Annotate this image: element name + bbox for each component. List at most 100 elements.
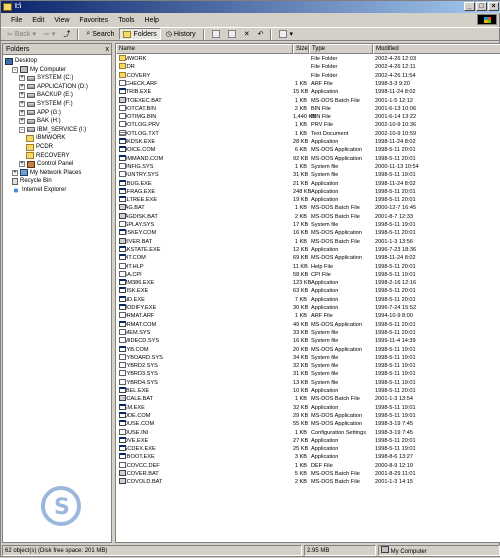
file-row[interactable]: KEYBRD4.SYS 13 KB System file 1998-5-11 19:… [116,378,500,387]
file-row[interactable]: AUTOEXEC.BAT 1 KB MS-DOS Batch File 2001-1-… [116,96,500,105]
file-row[interactable]: MOVE.EXE 27 KB Application 1998-5-11 20:01 [116,436,500,445]
expand-icon[interactable]: + [19,161,25,168]
file-row[interactable]: CONFIG.SYS 1 KB System file 2000-11-13 10:5… [116,162,500,171]
tree-item[interactable]: + BAK (H:) [19,117,61,125]
file-row[interactable]: PCDR File Folder 2002-4-26 12:11 [116,63,500,71]
tree-item[interactable]: PCDR [26,143,53,151]
file-row[interactable]: FDISK.EXE 63 KB Application 1998-5-11 20:01 [116,287,500,295]
expand-icon[interactable]: + [19,101,25,107]
views-button[interactable]: ▾ [276,28,296,40]
folders-button[interactable]: Folders [119,28,161,40]
file-row[interactable]: KEYBOARD.SYS 34 KB System file 1998-5-11 19… [116,353,500,362]
file-row[interactable]: RECOVERY File Folder 2002-4-26 11:54 [116,71,500,80]
tree-item[interactable]: Desktop [5,57,37,65]
file-row[interactable]: BOOTLOG.TXT 1 KB Text Document 2002-10-9 10… [116,129,500,138]
column-header-name[interactable]: Name [116,44,293,54]
file-row[interactable]: MEM.EXE 32 KB Application 1998-5-11 19:01 [116,403,500,412]
file-row[interactable]: FORMAT.COM 49 KB MS-DOS Application 1998-5-… [116,320,500,329]
file-row[interactable]: EDIT.COM 69 KB MS-DOS Application 1998-11-2… [116,254,500,262]
file-row[interactable]: DISPLAY.SYS 17 KB System file 1998-5-11 19:… [116,221,500,229]
menu-tools[interactable]: Tools [118,17,134,24]
file-row[interactable]: CHKDSK.EXE 28 KB Application 1998-11-24 8:0… [116,138,500,146]
file-row[interactable]: RECOVOLD.BAT 2 KB MS-DOS Batch File 2001-1-… [116,478,500,486]
delete-button[interactable]: ✕ [241,28,253,40]
file-row[interactable]: ATTRIB.EXE 15 KB Application 1998-11-24 8:0… [116,88,500,96]
file-row[interactable]: DOSKEY.COM 16 KB MS-DOS Application 1998-5-… [116,229,500,237]
menu-edit[interactable]: Edit [32,17,44,24]
file-row[interactable]: IBMWORK File Folder 2002-4-26 12:03 [116,55,500,63]
file-row[interactable]: DRIVER.BAT 1 KB MS-DOS Batch File 2001-1-3 … [116,237,500,246]
file-row[interactable]: DIAGDISK.BAT 2 KB MS-DOS Batch File 2001-8-… [116,212,500,221]
move-to-button[interactable] [209,28,223,40]
history-button[interactable]: ◷ History [163,28,199,40]
file-row[interactable]: EMM386.EXE 123 KB Application 1998-2-16 12:… [116,279,500,287]
tree-item[interactable]: + My Network Places [12,169,81,177]
close-button[interactable]: × [488,2,499,11]
file-row[interactable]: DIAG.BAT 1 KB MS-DOS Batch File 2000-12-7 1… [116,204,500,212]
file-row[interactable]: MSCDEX.EXE 25 KB Application 1998-5-11 19:0… [116,445,500,453]
collapse-icon[interactable]: - [19,126,25,133]
back-button[interactable]: ⇦ Back ▾ [4,28,39,40]
tree-item[interactable]: + APPLICATION (D:) [19,83,88,91]
forward-button[interactable]: ⇨ ▾ [41,28,58,40]
file-row[interactable]: BOOTIMG.BIN 1,440 KB BIN File 2001-6-14 13:… [116,113,500,121]
file-row[interactable]: COMMAND.COM 92 KB MS-DOS Application 1998-5… [116,154,500,163]
file-row[interactable]: HIMEM.SYS 33 KB System file 1998-5-11 20:01 [116,328,500,337]
column-header-modified[interactable]: Modified [373,44,500,54]
column-header-type[interactable]: Type [309,44,373,54]
copy-to-button[interactable] [225,28,239,40]
minimize-button[interactable]: _ [464,2,475,11]
file-row[interactable]: 32CHECK.ARF 1 KB ARF File 1998-3-3 9:20 [116,79,500,88]
file-row[interactable]: EDIT.HLP 11 KB Help File 1998-5-11 20:01 [116,262,500,271]
menu-view[interactable]: View [54,17,69,24]
file-row[interactable]: DSKSTATE.EXE 12 KB Application 1996-7-23 18… [116,245,500,254]
search-button[interactable]: ⌕ Search [83,28,117,40]
file-row[interactable]: BOOTLOG.PRV 1 KB PRV File 2002-10-9 10:36 [116,121,500,129]
column-header-size[interactable]: Size [293,44,309,54]
file-row[interactable]: MOUSE.COM 55 KB MS-DOS Application 1998-3-1… [116,420,500,428]
expand-icon[interactable]: + [12,169,18,176]
tree-item[interactable]: + BACKUP (E:) [19,91,73,99]
tree-item[interactable]: - IBM_SERVICE (I:) [19,126,86,134]
expand-icon[interactable]: + [19,83,25,90]
file-row[interactable]: MODE.COM 29 KB MS-DOS Application 1998-5-11… [116,411,500,420]
tree-item[interactable]: + SYSTEM (C:) [19,74,73,82]
tree-item[interactable]: Recycle Bin [12,177,52,185]
file-row[interactable]: REBOOT.EXE 3 KB Application 1998-8-6 13:27 [116,453,500,461]
file-row[interactable]: LOCALE.BAT 1 KB MS-DOS Batch File 2001-1-3 … [116,395,500,403]
file-row[interactable]: MOUSE.INI 1 KB Configuration Settings 1998-… [116,428,500,437]
expand-icon[interactable]: + [19,118,25,125]
expand-icon[interactable]: + [19,109,25,116]
file-row[interactable]: BOOTCAT.BIN 2 KB BIN File 2001-6-13 10:06 [116,104,500,113]
undo-button[interactable]: ↶ [255,28,267,40]
file-row[interactable]: CHOICE.COM 6 KB MS-DOS Application 1998-5-1… [116,146,500,154]
tree-item[interactable]: + SYSTEM (F:) [19,100,73,108]
file-row[interactable]: RECOVER.BAT 5 KB MS-DOS Batch File 2001-8-2… [116,470,500,478]
tree-item[interactable]: - My Computer [12,66,66,74]
file-row[interactable]: KEYBRD2.SYS 32 KB System file 1998-5-11 19:… [116,362,500,370]
collapse-icon[interactable]: - [12,66,18,73]
file-row[interactable]: IBMIDECD.SYS 16 KB System file 1999-11-4 14… [116,337,500,345]
close-pane-button[interactable]: x [106,44,110,55]
file-row[interactable]: LABEL.EXE 10 KB Application 1998-5-11 20:01 [116,387,500,395]
tree-item[interactable]: RECOVERY [26,152,70,160]
menu-favorites[interactable]: Favorites [79,17,108,24]
file-row[interactable]: RECOVCC.DEF 1 KB DEF File 2000-8-9 12:10 [116,461,500,470]
file-row[interactable]: FORMAT.ARF 1 KB ARF File 1994-10-9 8:00 [116,312,500,320]
menu-help[interactable]: Help [145,17,159,24]
file-row[interactable]: DELTREE.EXE 19 KB Application 1998-5-11 20:… [116,196,500,204]
maximize-button[interactable]: □ [476,2,487,11]
file-row[interactable]: FMODIFY.EXE 30 KB Application 1996-7-24 15:… [116,304,500,312]
tree-item[interactable]: + APP (G:) [19,109,61,117]
expand-icon[interactable]: + [19,75,25,82]
file-row[interactable]: KEYBRD3.SYS 31 KB System file 1998-5-11 19:… [116,370,500,378]
file-row[interactable]: DEFRAG.EXE 248 KB Application 1998-5-11 20:… [116,187,500,196]
file-row[interactable]: DEBUG.EXE 21 KB Application 1998-11-24 8:02 [116,179,500,188]
file-row[interactable]: KEYB.COM 20 KB MS-DOS Application 1998-5-11… [116,345,500,354]
file-row[interactable]: COUNTRY.SYS 31 KB System file 1998-5-11 19:… [116,171,500,179]
up-button[interactable]: ⤴ [60,28,73,40]
tree-item[interactable]: IBMWORK [26,134,65,142]
file-row[interactable]: EGA.CPI 58 KB CPI File 1998-5-11 19:01 [116,270,500,279]
tree-item[interactable]: + Control Panel [19,160,73,168]
file-row[interactable]: FIND.EXE 7 KB Application 1998-5-11 20:01 [116,295,500,304]
